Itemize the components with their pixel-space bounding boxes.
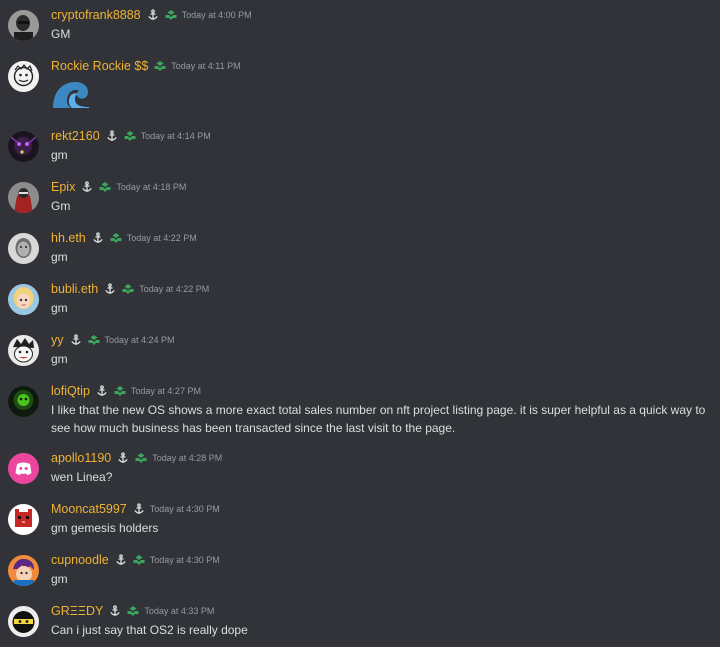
avatar[interactable] — [8, 182, 39, 213]
hands-icon[interactable] — [99, 181, 111, 193]
avatar[interactable] — [8, 453, 39, 484]
message-text: gm gemesis holders — [51, 521, 159, 535]
message-text: Gm — [51, 199, 71, 213]
anchor-icon[interactable] — [81, 181, 93, 193]
anchor-icon[interactable] — [109, 605, 121, 617]
message-text: gm — [51, 352, 68, 366]
anchor-icon[interactable] — [70, 334, 82, 346]
username[interactable]: hh.eth — [51, 231, 86, 245]
avatar[interactable] — [8, 606, 39, 637]
chat-message-list: cryptofrank8888 Today at 4:00 PM GM Rock… — [0, 0, 720, 647]
username[interactable]: GRΞΞDY — [51, 604, 103, 618]
anchor-icon[interactable] — [147, 9, 159, 21]
avatar[interactable] — [8, 61, 39, 92]
hands-icon[interactable] — [124, 130, 136, 142]
avatar[interactable] — [8, 284, 39, 315]
timestamp: Today at 4:33 PM — [144, 606, 215, 616]
anchor-icon[interactable] — [133, 503, 145, 515]
message-text: I like that the new OS shows a more exac… — [51, 403, 706, 435]
username[interactable]: lofiQtip — [51, 384, 90, 398]
username[interactable]: Epix — [51, 180, 75, 194]
timestamp: Today at 4:11 PM — [171, 61, 241, 71]
timestamp: Today at 4:24 PM — [104, 335, 175, 345]
hands-icon[interactable] — [165, 9, 177, 21]
hands-icon[interactable] — [154, 60, 166, 72]
username[interactable]: apollo1190 — [51, 451, 111, 465]
timestamp: Today at 4:18 PM — [116, 182, 187, 192]
anchor-icon[interactable] — [106, 130, 118, 142]
anchor-icon[interactable] — [115, 554, 127, 566]
message-text: gm — [51, 572, 68, 586]
hands-icon[interactable] — [122, 283, 134, 295]
message-text: wen Linea? — [51, 470, 113, 484]
timestamp: Today at 4:27 PM — [130, 386, 201, 396]
timestamp: Today at 4:28 PM — [152, 453, 223, 463]
timestamp: Today at 4:30 PM — [149, 504, 220, 514]
message-text: GM — [51, 27, 71, 41]
username[interactable]: Mooncat5997 — [51, 502, 127, 516]
hands-icon[interactable] — [110, 232, 122, 244]
avatar[interactable] — [8, 131, 39, 162]
anchor-icon[interactable] — [96, 385, 108, 397]
username[interactable]: yy — [51, 333, 64, 347]
hands-icon[interactable] — [127, 605, 139, 617]
timestamp: Today at 4:22 PM — [126, 233, 197, 243]
message-text: Can i just say that OS2 is really dope — [51, 623, 248, 637]
avatar[interactable] — [8, 386, 39, 417]
timestamp: Today at 4:22 PM — [139, 284, 210, 294]
username[interactable]: cupnoodle — [51, 553, 109, 567]
avatar[interactable] — [8, 10, 39, 41]
wave-emoji[interactable] — [51, 81, 91, 109]
message-text: gm — [51, 301, 68, 315]
anchor-icon[interactable] — [117, 452, 129, 464]
hands-icon[interactable] — [114, 385, 126, 397]
username[interactable]: rekt2160 — [51, 129, 100, 143]
anchor-icon[interactable] — [104, 283, 116, 295]
username[interactable]: bubli.eth — [51, 282, 98, 296]
message-text: gm — [51, 250, 68, 264]
message-text: gm — [51, 148, 68, 162]
avatar[interactable] — [8, 233, 39, 264]
avatar[interactable] — [8, 555, 39, 586]
hands-icon[interactable] — [133, 554, 145, 566]
username[interactable]: Rockie Rockie $$ — [51, 59, 148, 73]
anchor-icon[interactable] — [92, 232, 104, 244]
hands-icon[interactable] — [88, 334, 100, 346]
hands-icon[interactable] — [135, 452, 147, 464]
timestamp: Today at 4:14 PM — [140, 131, 211, 141]
username[interactable]: cryptofrank8888 — [51, 8, 141, 22]
timestamp: Today at 4:30 PM — [149, 555, 220, 565]
avatar[interactable] — [8, 504, 39, 535]
timestamp: Today at 4:00 PM — [181, 10, 252, 20]
avatar[interactable] — [8, 335, 39, 366]
